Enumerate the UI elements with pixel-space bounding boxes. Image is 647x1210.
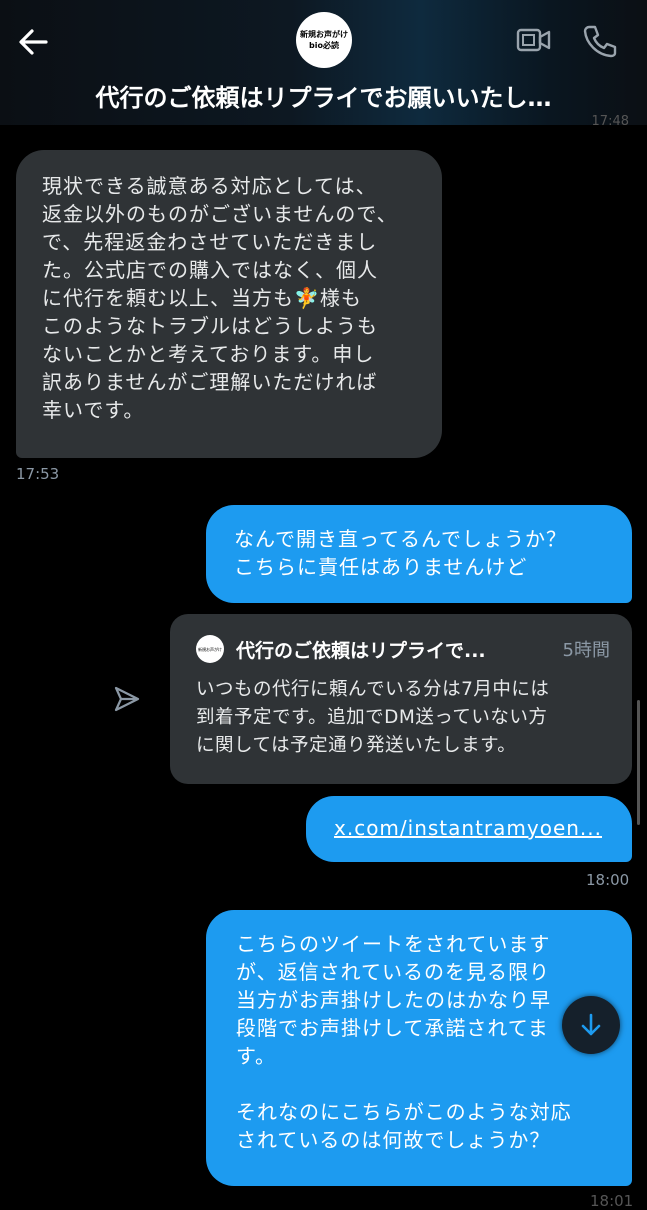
back-arrow-icon[interactable]: [16, 26, 52, 58]
message-line: こちらに責任はありませんけど: [234, 555, 528, 579]
quoted-post-avatar: 新規お声がけ: [196, 635, 224, 663]
message-timestamp: 17:53: [16, 465, 60, 483]
message-line: 幸いです。: [42, 398, 145, 422]
message-line: ないことかと考えております。申し: [42, 342, 375, 366]
scrollbar[interactable]: [637, 700, 640, 825]
message-line: で、先程返金わさせていただきまし: [42, 230, 378, 254]
message-line: が、返信されているのを見る限り: [236, 960, 550, 984]
quoted-post-line: 到着予定です。追加でDM送っていない方: [196, 707, 548, 728]
avatar-label-line2: bio必読: [309, 41, 339, 50]
quoted-post-author: 代行のご依頼はリプライで...: [236, 639, 486, 662]
message-bubble-outgoing[interactable]: こちらのツイートをされています が、返信されているのを見る限り 当方がお声掛けし…: [206, 910, 632, 1186]
avatar-label-line1: 新規お声がけ: [300, 30, 348, 39]
arrow-down-icon: [581, 1013, 601, 1036]
message-bubble-outgoing: x.com/instantramyoen...: [306, 796, 632, 862]
message-line: 現状できる誠意ある対応としては、: [42, 174, 377, 198]
scroll-to-bottom-button[interactable]: [562, 996, 620, 1054]
share-icon[interactable]: [112, 684, 142, 714]
message-line: [236, 1070, 632, 1098]
avatar[interactable]: 新規お声がけ bio必読: [296, 12, 352, 68]
message-timestamp: 18:00: [586, 871, 630, 889]
message-line: されているのは何故でしょうか？: [236, 1128, 551, 1152]
previous-message-time: 17:48: [591, 114, 629, 129]
quoted-post-line: いつもの代行に頼んでいる分は7月中には: [196, 679, 550, 700]
message-line: 訳ありませんがご理解いただければ: [42, 370, 378, 394]
message-bubble-outgoing[interactable]: なんで開き直ってるんでしょうか？ こちらに責任はありませんけど: [206, 505, 632, 603]
message-line: それなのにこちらがこのような対応: [236, 1100, 572, 1124]
phone-icon[interactable]: [582, 24, 618, 58]
message-line: このようなトラブルはどうしようも: [42, 314, 378, 338]
message-line: た。公式店での購入ではなく、個人: [42, 258, 378, 282]
quoted-avatar-text: 新規お声がけ: [198, 646, 222, 652]
tweet-link[interactable]: x.com/instantramyoen...: [334, 816, 602, 840]
quoted-post-time: 5時間: [562, 640, 610, 661]
message-line: に代行を頼む以上、当方も🧚様も: [42, 286, 362, 310]
video-call-icon[interactable]: [516, 24, 552, 56]
conversation-title: 代行のご依頼はリプライでお願いいたし…: [95, 84, 552, 112]
quoted-post-line: に関しては予定通り発送いたします。: [196, 735, 517, 756]
conversation-header: 新規お声がけ bio必読 代行のご依頼はリプライでお願いいたし… 17:48: [0, 0, 647, 129]
message-line: こちらのツイートをされています: [236, 932, 551, 956]
quoted-post-card[interactable]: 新規お声がけ 代行のご依頼はリプライで... 5時間 いつもの代行に頼んでいる分…: [170, 614, 632, 784]
message-bubble-incoming[interactable]: 現状できる誠意ある対応としては、 返金以外のものがございませんので、 で、先程返…: [16, 150, 442, 458]
message-line: なんで開き直ってるんでしょうか？: [234, 527, 567, 551]
message-line: 返金以外のものがございませんので、: [42, 202, 398, 226]
message-timestamp: 18:01: [590, 1192, 634, 1210]
